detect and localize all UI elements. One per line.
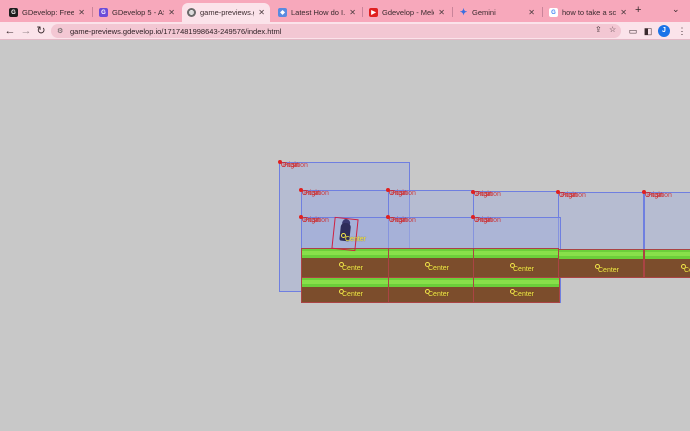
tab-google-search[interactable]: G how to take a screens ✕: [544, 3, 632, 22]
share-icon[interactable]: ⇪: [595, 25, 602, 34]
bookmark-star-icon[interactable]: ☆: [609, 25, 616, 34]
center-label: Center: [513, 266, 535, 273]
tab-separator: [542, 7, 543, 17]
address-bar[interactable]: ⚙ game-previews.gdevelop.io/171748199864…: [51, 24, 621, 38]
new-tab-button[interactable]: +: [635, 4, 641, 16]
tab-strip: G GDevelop: Free, Fast, ✕ G GDevelop 5 -…: [0, 0, 690, 22]
center-label: Center: [684, 267, 690, 274]
grass-highlight: [474, 251, 558, 255]
center-label: Center: [342, 265, 364, 272]
tab-title: Gdevelop - Melee Co: [382, 8, 434, 17]
url-text: game-previews.gdevelop.io/1717481998643-…: [70, 26, 282, 36]
center-label: Center: [342, 291, 364, 298]
center-label: Center: [428, 265, 450, 272]
close-icon[interactable]: ✕: [438, 8, 445, 17]
game-canvas[interactable]: Origin Position Origin Position Origin P…: [0, 41, 690, 431]
tab-title: GDevelop: Free, Fast,: [22, 8, 75, 17]
back-button[interactable]: ←: [3, 24, 17, 38]
center-label: Center: [345, 236, 367, 243]
extensions-icon[interactable]: ▭: [627, 25, 639, 37]
position-label: Position: [647, 192, 672, 199]
center-label: Center: [428, 291, 450, 298]
reload-button[interactable]: ↻: [34, 24, 48, 38]
gdevelop-icon: G: [9, 8, 18, 17]
close-icon[interactable]: ✕: [168, 8, 175, 17]
ground-tile: [388, 248, 474, 279]
position-label: Position: [476, 191, 501, 198]
position-label: Position: [391, 217, 416, 224]
more-menu-icon[interactable]: ⋮: [676, 25, 688, 37]
ground-tile: [301, 277, 389, 303]
position-label: Position: [561, 192, 586, 199]
tab-separator: [452, 7, 453, 17]
gdevelop-icon: G: [99, 8, 108, 17]
close-icon[interactable]: ✕: [620, 8, 627, 17]
ground-tile: [388, 277, 474, 303]
position-label: Position: [304, 190, 329, 197]
close-icon[interactable]: ✕: [528, 8, 535, 17]
tab-gdevelop-home[interactable]: G GDevelop: Free, Fast, ✕: [4, 3, 90, 22]
center-label: Center: [513, 291, 535, 298]
tab-title: Latest How do I...? to: [291, 8, 346, 17]
ground-tile: [473, 248, 559, 279]
center-label: Center: [598, 267, 620, 274]
position-label: Position: [283, 162, 308, 169]
grass-highlight: [389, 280, 473, 284]
chevron-down-icon[interactable]: ⌄: [672, 4, 680, 15]
tab-title: how to take a screens: [562, 8, 617, 17]
browser-toolbar: ← → ↻ ⚙ game-previews.gdevelop.io/171748…: [0, 22, 690, 40]
grass-highlight: [645, 252, 690, 256]
google-icon: G: [549, 8, 558, 17]
tab-forum[interactable]: ◆ Latest How do I...? to ✕: [273, 3, 361, 22]
grass-highlight: [559, 252, 643, 256]
position-label: Position: [304, 217, 329, 224]
forum-icon: ◆: [278, 8, 287, 17]
close-icon[interactable]: ✕: [78, 8, 85, 17]
ground-tile: [301, 248, 389, 279]
close-icon[interactable]: ✕: [258, 8, 265, 17]
grass-highlight: [302, 251, 388, 255]
tab-separator: [92, 7, 93, 17]
position-label: Position: [391, 190, 416, 197]
tab-title: GDevelop 5 - ASO4 ": [112, 8, 164, 17]
tab-separator: [362, 7, 363, 17]
tab-gemini[interactable]: ✦ Gemini ✕: [454, 3, 540, 22]
youtube-icon: ▶: [369, 8, 378, 17]
gemini-icon: ✦: [459, 7, 468, 17]
grass-highlight: [302, 280, 388, 284]
globe-icon: ◍: [187, 8, 196, 17]
ground-tile: [473, 277, 560, 303]
position-label: Position: [476, 217, 501, 224]
tab-title: game-previews.gdeve: [200, 8, 254, 17]
tab-youtube[interactable]: ▶ Gdevelop - Melee Co ✕: [364, 3, 450, 22]
close-icon[interactable]: ✕: [349, 8, 356, 17]
side-panel-icon[interactable]: ◧: [642, 25, 654, 37]
tab-game-preview[interactable]: ◍ game-previews.gdeve ✕: [182, 3, 270, 22]
tab-title: Gemini: [472, 8, 496, 17]
site-info-icon[interactable]: ⚙: [57, 27, 66, 35]
grass-highlight: [474, 280, 559, 284]
forward-button[interactable]: →: [19, 24, 33, 38]
avatar[interactable]: J: [658, 25, 670, 37]
tab-gdevelop-5[interactable]: G GDevelop 5 - ASO4 " ✕: [94, 3, 180, 22]
grass-highlight: [389, 251, 473, 255]
